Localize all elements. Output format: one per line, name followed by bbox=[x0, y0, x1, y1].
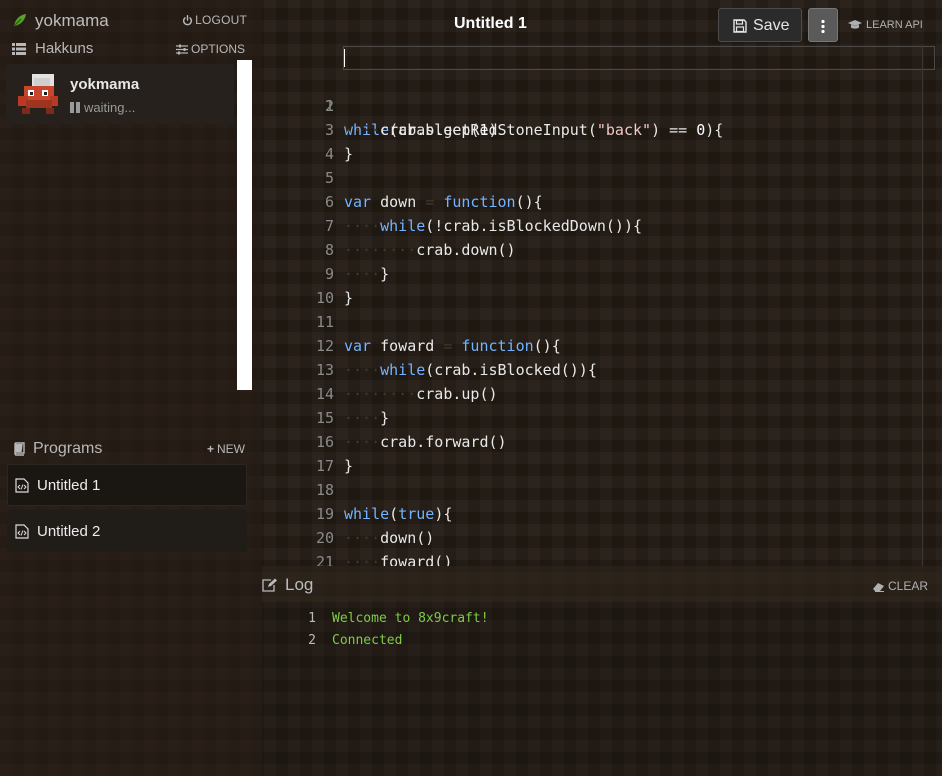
graduation-cap-icon bbox=[848, 20, 862, 29]
hakkun-status-text: waiting... bbox=[84, 100, 136, 115]
options-button[interactable]: OPTIONS bbox=[175, 42, 245, 56]
code-line: 4 bbox=[262, 118, 942, 163]
code-file-icon bbox=[15, 478, 29, 493]
code-line: 15 ····crab.forward() bbox=[262, 382, 942, 451]
clear-log-button[interactable]: CLEAR bbox=[872, 579, 928, 593]
code-line: 18 while(true){ bbox=[262, 454, 942, 523]
book-icon bbox=[14, 442, 25, 456]
floppy-disk-icon bbox=[733, 19, 747, 33]
program-item-untitled-1[interactable]: Untitled 1 bbox=[7, 464, 247, 506]
clear-log-label: CLEAR bbox=[887, 579, 928, 593]
brand-leaf-icon bbox=[13, 14, 26, 27]
log-title: Log bbox=[285, 575, 314, 594]
program-label: Untitled 1 bbox=[37, 477, 101, 494]
logout-label: LOGOUT bbox=[195, 13, 247, 27]
vertical-dots-icon bbox=[821, 19, 825, 33]
text-caret bbox=[344, 49, 345, 67]
pause-icon bbox=[70, 102, 80, 113]
log-message: Connected bbox=[332, 633, 403, 648]
document-title: Untitled 1 bbox=[454, 15, 527, 32]
sidebar: yokmama LOGOUT Hakkuns OPTIONS yokmama w… bbox=[0, 0, 262, 776]
power-icon bbox=[183, 15, 193, 26]
code-line: 6 ····while(!crab.isBlockedDown()){ bbox=[262, 166, 942, 235]
editor-toolbar: Untitled 1 Save LEARN API bbox=[262, 0, 942, 46]
plus-icon: + bbox=[206, 442, 214, 456]
edit-icon bbox=[262, 578, 277, 592]
log-panel: Log CLEAR 1 Welcome to 8x9craft! 2 Conne… bbox=[262, 566, 942, 776]
code-line: 21 } bbox=[262, 526, 942, 566]
learn-api-label: LEARN API bbox=[866, 19, 923, 31]
new-program-button[interactable]: + NEW bbox=[207, 442, 245, 456]
programs-header: Programs + NEW bbox=[0, 438, 256, 460]
hakkun-card[interactable]: yokmama waiting... bbox=[6, 64, 234, 124]
options-label: OPTIONS bbox=[190, 42, 245, 56]
logout-button[interactable]: LOGOUT bbox=[182, 13, 247, 27]
code-line: 13 ········crab.up() bbox=[262, 334, 942, 403]
crab-robot-avatar bbox=[18, 74, 58, 114]
app-window: yokmama LOGOUT Hakkuns OPTIONS yokmama w… bbox=[0, 0, 942, 776]
code-file-icon bbox=[15, 524, 29, 539]
code-editor[interactable]: 1 while(crab.getRedStoneInput("back") ==… bbox=[262, 46, 942, 566]
code-line: 2 ····crab.sleep(1) bbox=[262, 70, 942, 139]
code-line: 19 ····down() bbox=[262, 478, 942, 547]
code-line: 16 } bbox=[262, 406, 942, 475]
code-line: 11 var foward = function(){ bbox=[262, 286, 942, 355]
hakkuns-scrollbar[interactable] bbox=[237, 60, 252, 390]
sliders-icon bbox=[175, 44, 188, 55]
hakkun-status: waiting... bbox=[70, 100, 135, 115]
save-label: Save bbox=[753, 17, 790, 34]
new-program-label: NEW bbox=[217, 442, 245, 456]
hakkun-name: yokmama bbox=[70, 76, 140, 93]
code-line: 17 bbox=[262, 430, 942, 475]
username: yokmama bbox=[35, 11, 109, 30]
log-line-number: 1 bbox=[308, 611, 316, 626]
code-line: 12 ····while(crab.isBlocked()){ bbox=[262, 310, 942, 379]
log-message: Welcome to 8x9craft! bbox=[332, 611, 489, 626]
save-button[interactable]: Save bbox=[718, 8, 802, 42]
code-line: 5 var down = function(){ bbox=[262, 142, 942, 211]
more-options-button[interactable] bbox=[808, 8, 838, 42]
code-line: 8 ····} bbox=[262, 214, 942, 283]
code-line: 22 bbox=[262, 550, 942, 566]
list-icon bbox=[12, 43, 26, 55]
code-line: 10 bbox=[262, 262, 942, 307]
code-line: 7 ········crab.down() bbox=[262, 190, 942, 259]
learn-api-link[interactable]: LEARN API bbox=[848, 19, 923, 31]
log-header: Log CLEAR bbox=[262, 566, 942, 602]
code-line: 1 while(crab.getRedStoneInput("back") ==… bbox=[262, 46, 942, 139]
code-line: 9 } bbox=[262, 238, 942, 307]
user-bar: yokmama LOGOUT bbox=[0, 8, 256, 36]
program-label: Untitled 2 bbox=[37, 523, 101, 540]
hakkuns-header: Hakkuns OPTIONS bbox=[0, 38, 256, 60]
log-line-number: 2 bbox=[308, 633, 316, 648]
code-line: 20 ····foward() bbox=[262, 502, 942, 566]
code-line: 3 } bbox=[262, 94, 942, 163]
programs-title: Programs bbox=[33, 440, 103, 457]
editor-scrollbar[interactable] bbox=[922, 46, 923, 566]
eraser-icon bbox=[872, 583, 884, 592]
hakkuns-title: Hakkuns bbox=[35, 40, 94, 57]
active-line-highlight bbox=[343, 46, 935, 70]
program-item-untitled-2[interactable]: Untitled 2 bbox=[7, 510, 247, 552]
code-line: 14 ····} bbox=[262, 358, 942, 427]
